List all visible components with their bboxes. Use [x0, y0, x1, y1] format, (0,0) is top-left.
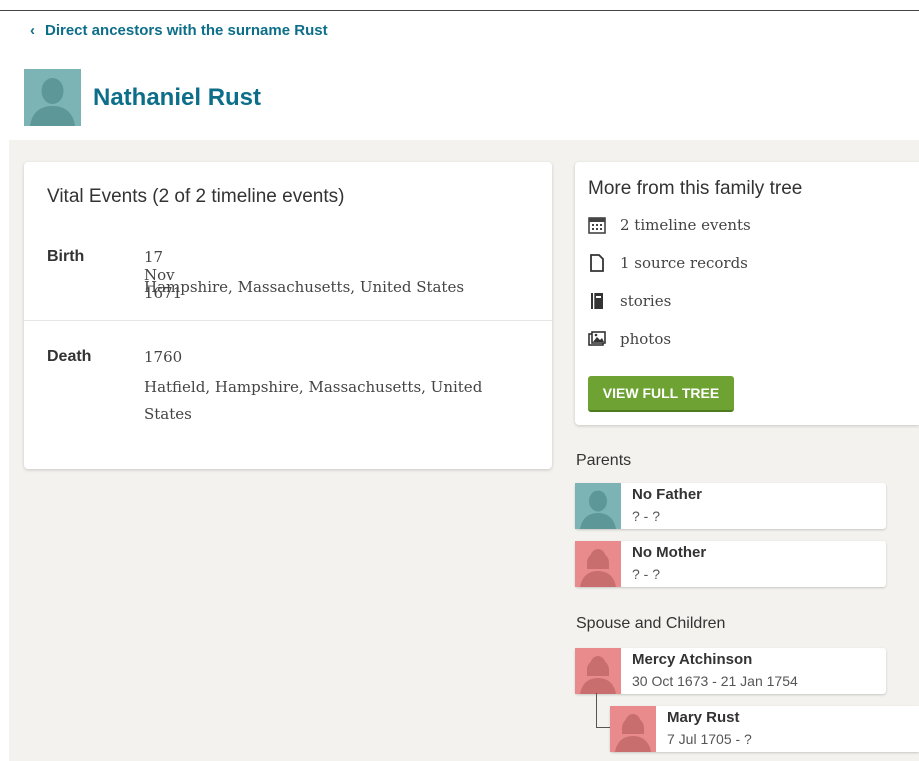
avatar	[610, 706, 656, 752]
person-dates: ? - ?	[632, 508, 661, 524]
person-dates: ? - ?	[632, 566, 661, 582]
avatar	[575, 648, 621, 694]
page-title: Nathaniel Rust	[93, 83, 262, 111]
family-tree-card: More from this family tree 2 timeline ev…	[575, 162, 919, 425]
person-silhouette-icon	[580, 549, 616, 587]
calendar-icon	[588, 216, 606, 234]
breadcrumb[interactable]: ‹ Direct ancestors with the surname Rust	[30, 22, 328, 39]
timeline-events-link[interactable]: 2 timeline events	[588, 216, 751, 234]
family-tree-title: More from this family tree	[588, 178, 803, 199]
person-silhouette-icon	[30, 78, 75, 126]
avatar	[575, 483, 621, 529]
avatar	[24, 69, 81, 126]
spouse-children-heading: Spouse and Children	[576, 615, 726, 632]
person-dates: 7 Jul 1705 - ?	[667, 731, 752, 747]
father-card[interactable]: No Father ? - ?	[575, 483, 886, 529]
top-divider	[0, 10, 919, 11]
book-icon	[588, 292, 606, 310]
event-label: Birth	[47, 248, 85, 265]
view-full-tree-button[interactable]: VIEW FULL TREE	[588, 376, 734, 412]
breadcrumb-label: Direct ancestors with the surname Rust	[45, 22, 328, 39]
person-header: Nathaniel Rust	[24, 69, 261, 126]
chevron-left-icon: ‹	[30, 22, 35, 39]
person-silhouette-icon	[615, 714, 651, 752]
person-name: Mercy Atchinson	[632, 651, 753, 668]
person-dates: 30 Oct 1673 - 21 Jan 1754	[632, 673, 798, 689]
event-place: Hampshire, Massachusetts, United States	[144, 278, 465, 296]
document-icon	[588, 254, 606, 272]
timeline-events-label: 2 timeline events	[620, 216, 751, 234]
event-place: Hatfield, Hampshire, Massachusetts, Unit…	[144, 378, 483, 423]
child-card[interactable]: Mary Rust 7 Jul 1705 - ?	[610, 706, 919, 752]
photos-link[interactable]: photos	[588, 330, 671, 348]
vital-events-title: Vital Events (2 of 2 timeline events)	[47, 186, 345, 207]
spouse-card[interactable]: Mercy Atchinson 30 Oct 1673 - 21 Jan 175…	[575, 648, 886, 694]
event-date: 1760	[144, 348, 183, 366]
event-label: Death	[47, 348, 92, 365]
vital-events-card: Vital Events (2 of 2 timeline events) Bi…	[24, 162, 552, 469]
stories-link[interactable]: stories	[588, 292, 671, 310]
stories-label: stories	[620, 292, 672, 310]
mother-card[interactable]: No Mother ? - ?	[575, 541, 886, 587]
source-records-label: 1 source records	[620, 254, 748, 272]
event-divider	[24, 320, 552, 321]
parents-heading: Parents	[576, 452, 632, 469]
person-name: Mary Rust	[667, 709, 740, 726]
avatar	[575, 541, 621, 587]
tree-connector	[596, 693, 610, 728]
person-name: No Mother	[632, 544, 707, 561]
source-records-link[interactable]: 1 source records	[588, 254, 748, 272]
photos-icon	[588, 330, 606, 348]
photos-label: photos	[620, 330, 672, 348]
person-silhouette-icon	[580, 656, 616, 694]
person-silhouette-icon	[580, 490, 616, 529]
person-name: No Father	[632, 486, 703, 503]
